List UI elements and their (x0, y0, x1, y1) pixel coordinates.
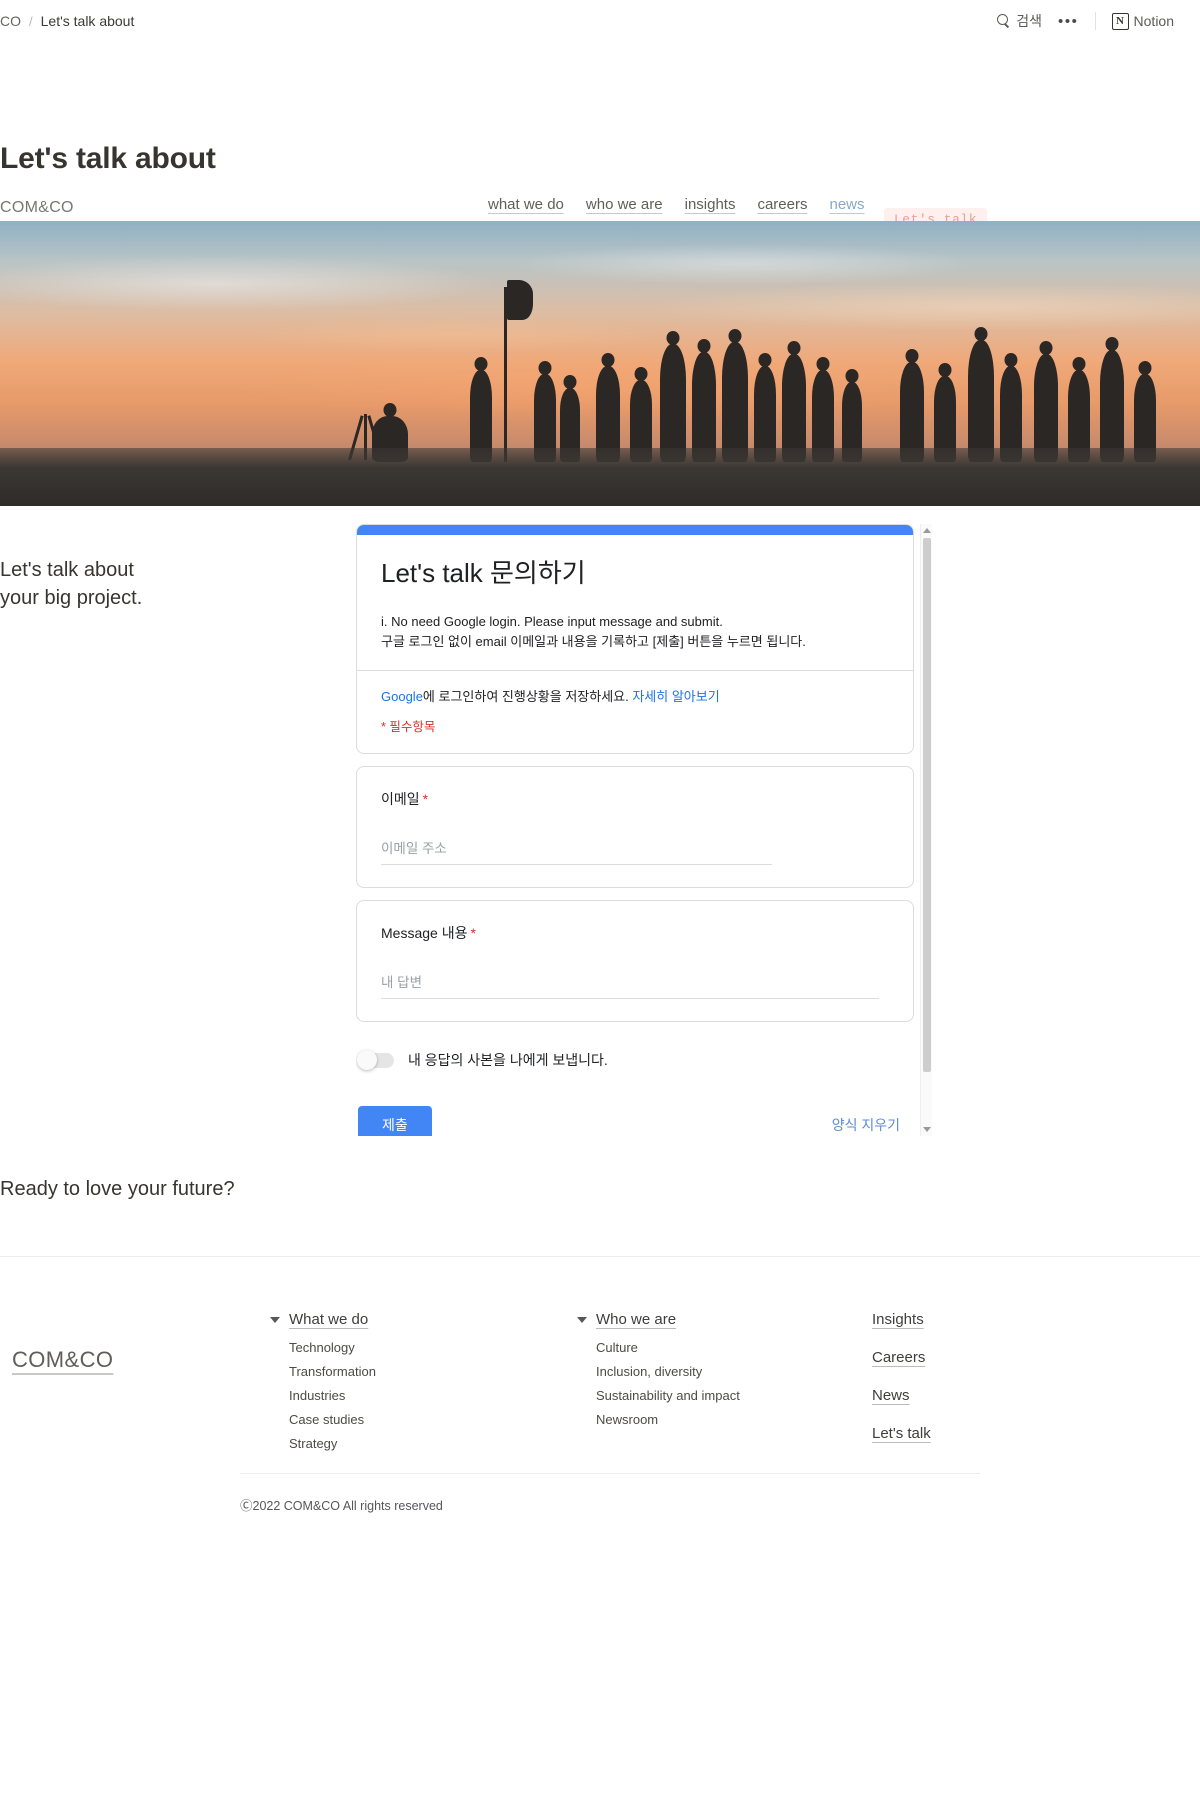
scrollbar-thumb[interactable] (923, 538, 931, 1072)
page-root: CO / Let's talk about 검색 ••• N Notion Le… (0, 0, 1200, 1517)
ellipsis-icon: ••• (1057, 12, 1079, 30)
person-silhouette (660, 344, 686, 462)
email-copy-toggle-label: 내 응답의 사본을 나에게 보냅니다. (408, 1052, 608, 1069)
form-actions: 제출 양식 지우기 (356, 1076, 914, 1136)
contact-section: Let's talk about your big project. Let's… (0, 506, 1200, 1146)
footer-column-what-we-do: What we do Technology Transformation Ind… (270, 1311, 376, 1460)
footer-link-inclusion-diversity[interactable]: Inclusion, diversity (596, 1364, 740, 1379)
topbar-divider (1094, 12, 1096, 30)
notion-account-button[interactable]: N Notion (1104, 9, 1182, 34)
flag-silhouette (507, 280, 533, 320)
message-label-text: Message 내용 (381, 925, 468, 942)
person-silhouette (692, 352, 716, 462)
nav-link-news[interactable]: news (830, 196, 865, 213)
message-input[interactable] (381, 973, 879, 1000)
site-nav: COM&CO what we do who we are insights ca… (0, 176, 1200, 221)
nav-link-what-we-do[interactable]: what we do (488, 196, 564, 213)
nav-link-who-we-are[interactable]: who we are (586, 196, 663, 213)
form-accent-bar (357, 525, 913, 535)
learn-more-link[interactable]: 자세히 알아보기 (632, 689, 719, 704)
triangle-down-icon (270, 1316, 280, 1323)
footer-link-transformation[interactable]: Transformation (289, 1364, 376, 1379)
person-silhouette (1100, 350, 1124, 462)
footer-bottom-divider (240, 1473, 980, 1474)
email-required-star: * (422, 791, 429, 808)
more-options-button[interactable]: ••• (1050, 10, 1087, 33)
search-icon (997, 14, 1011, 28)
message-field-card: Message 내용 * (356, 900, 914, 1023)
email-copy-toggle[interactable] (357, 1049, 394, 1070)
breadcrumb-separator: / (29, 13, 33, 29)
person-silhouette (722, 342, 748, 462)
person-silhouette (782, 354, 806, 462)
notion-label: Notion (1133, 13, 1174, 29)
google-form-embed: Let's talk 문의하기 i. No need Google login.… (356, 524, 932, 1136)
ready-section: Ready to love your future? (0, 1146, 1200, 1256)
hero-silhouettes (0, 272, 1200, 462)
nav-link-careers[interactable]: careers (757, 196, 807, 213)
footer-logo[interactable]: COM&CO (12, 1347, 113, 1373)
footer-link-lets-talk[interactable]: Let's talk (872, 1425, 931, 1442)
email-field-card: 이메일 * (356, 766, 914, 889)
breadcrumb-parent[interactable]: CO (0, 13, 21, 29)
required-note: * 필수항목 (381, 720, 436, 735)
notion-logo-icon: N (1111, 12, 1129, 30)
copyright-text: Ⓒ2022 COM&CO All rights reserved (240, 1499, 443, 1513)
google-form: Let's talk 문의하기 i. No need Google login.… (356, 524, 914, 1136)
footer-column-header[interactable]: What we do (270, 1311, 376, 1328)
message-field-label: Message 내용 * (381, 923, 889, 943)
footer-link-news[interactable]: News (872, 1387, 931, 1404)
email-input[interactable] (381, 839, 773, 866)
hero-image (0, 221, 1200, 506)
footer-link-technology[interactable]: Technology (289, 1340, 376, 1355)
site-logo[interactable]: COM&CO (0, 199, 74, 217)
form-title: Let's talk 문의하기 (381, 558, 586, 588)
footer-link-newsroom[interactable]: Newsroom (596, 1412, 740, 1427)
page-title: Let's talk about (0, 142, 216, 175)
footer-link-careers[interactable]: Careers (872, 1349, 931, 1366)
message-required-star: * (470, 925, 476, 942)
footer-column-links: Insights Careers News Let's talk (872, 1311, 931, 1463)
hero-ground (0, 448, 1200, 506)
person-silhouette (1034, 354, 1058, 462)
form-signin-notice: Google에 로그인하여 진행상황을 저장하세요. 자세히 알아보기 (357, 671, 913, 711)
triangle-down-icon (577, 1316, 587, 1323)
footer-link-insights[interactable]: Insights (872, 1311, 931, 1328)
topbar-actions: 검색 ••• N Notion (989, 7, 1182, 35)
footer-link-industries[interactable]: Industries (289, 1388, 376, 1403)
google-signin-link[interactable]: Google (381, 689, 423, 704)
notion-topbar: CO / Let's talk about 검색 ••• N Notion (0, 0, 1200, 42)
form-scrollbar[interactable] (920, 524, 932, 1136)
form-header-card: Let's talk 문의하기 i. No need Google login.… (356, 524, 914, 755)
email-copy-toggle-row: 내 응답의 사본을 나에게 보냅니다. (356, 1034, 914, 1076)
nav-link-insights[interactable]: insights (685, 196, 736, 213)
email-field-label: 이메일 * (381, 789, 889, 809)
submit-button[interactable]: 제출 (358, 1106, 432, 1136)
signin-text: 에 로그인하여 진행상황을 저장하세요. (422, 688, 633, 704)
person-silhouette (900, 362, 924, 462)
breadcrumb: CO / Let's talk about (0, 13, 134, 29)
footer-link-case-studies[interactable]: Case studies (289, 1412, 376, 1427)
section-headline: Let's talk about your big project. (0, 559, 143, 609)
email-label-text: 이메일 (381, 791, 420, 808)
footer-heading-who-we-are[interactable]: Who we are (596, 1311, 676, 1328)
footer-link-sustainability-and-impact[interactable]: Sustainability and impact (596, 1388, 740, 1403)
footer-heading-what-we-do[interactable]: What we do (289, 1311, 368, 1328)
footer-link-strategy[interactable]: Strategy (289, 1436, 376, 1451)
clear-form-link[interactable]: 양식 지우기 (832, 1115, 912, 1135)
footer-link-culture[interactable]: Culture (596, 1340, 740, 1355)
search-button[interactable]: 검색 (989, 7, 1050, 35)
footer-column-header[interactable]: Who we are (577, 1311, 740, 1328)
site-footer: COM&CO What we do Technology Transformat… (10, 1257, 1200, 1517)
form-description: i. No need Google login. Please input me… (381, 613, 806, 649)
scroll-down-arrow-icon[interactable] (923, 1127, 931, 1132)
person-silhouette (968, 340, 994, 462)
footer-column-who-we-are: Who we are Culture Inclusion, diversity … (577, 1311, 740, 1436)
breadcrumb-current[interactable]: Let's talk about (41, 13, 135, 29)
site-nav-links: what we do who we are insights careers n… (488, 196, 865, 213)
ready-title: Ready to love your future? (0, 1178, 235, 1200)
search-label: 검색 (1016, 13, 1042, 29)
scroll-up-arrow-icon[interactable] (923, 528, 931, 533)
